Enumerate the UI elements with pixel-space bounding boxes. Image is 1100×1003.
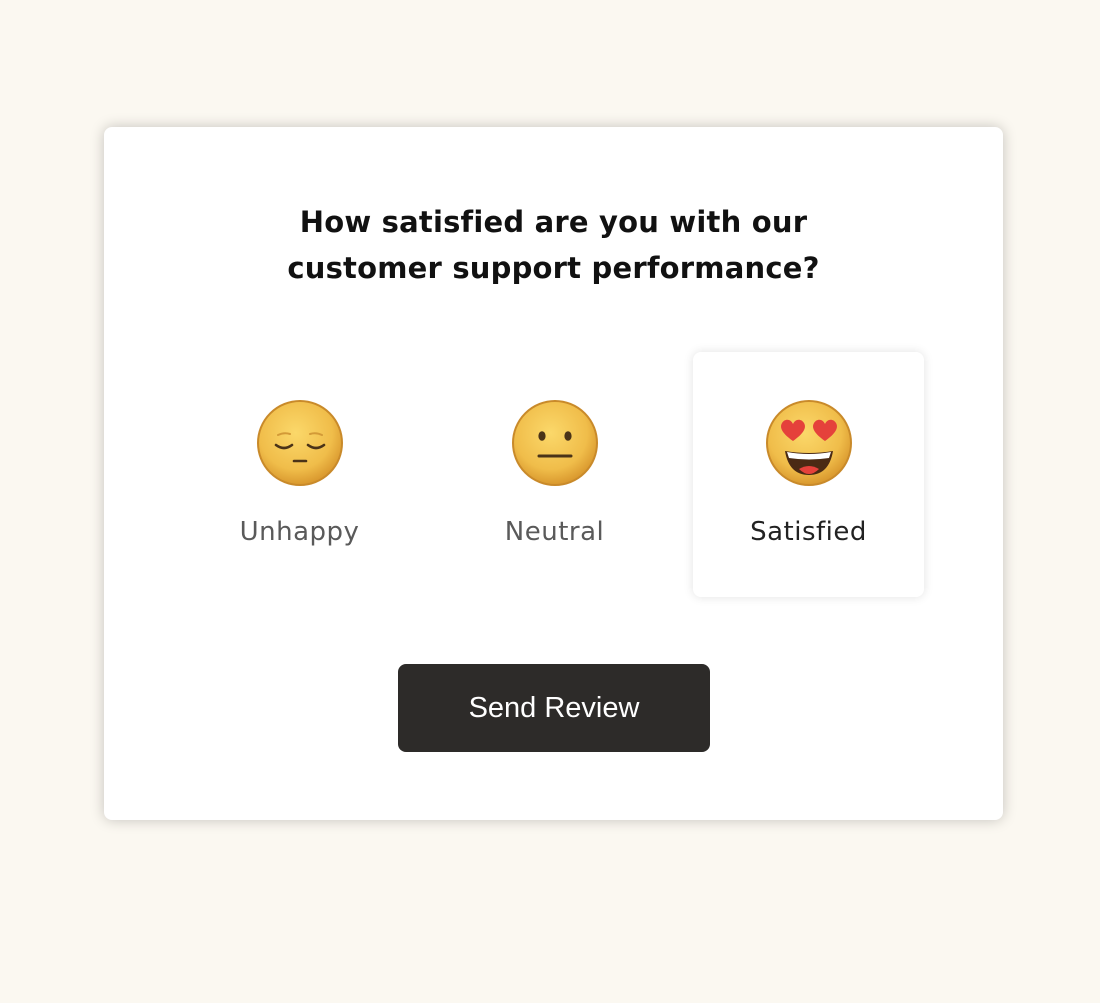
- rating-label-satisfied: Satisfied: [750, 517, 867, 547]
- feedback-card: How satisfied are you with our customer …: [104, 127, 1003, 820]
- pensive-face-icon: [256, 399, 344, 487]
- neutral-face-icon: [511, 399, 599, 487]
- rating-option-neutral[interactable]: Neutral: [439, 352, 670, 597]
- rating-label-neutral: Neutral: [504, 517, 605, 547]
- rating-label-unhappy: Unhappy: [239, 517, 360, 547]
- rating-option-unhappy[interactable]: Unhappy: [184, 352, 415, 597]
- send-review-button[interactable]: Send Review: [398, 664, 710, 752]
- heart-eyes-face-icon: [765, 399, 853, 487]
- question-line-1: How satisfied are you with our: [299, 205, 808, 239]
- rating-option-satisfied[interactable]: Satisfied: [693, 352, 924, 597]
- survey-question: How satisfied are you with our customer …: [104, 199, 1003, 291]
- question-line-2: customer support performance?: [287, 251, 820, 285]
